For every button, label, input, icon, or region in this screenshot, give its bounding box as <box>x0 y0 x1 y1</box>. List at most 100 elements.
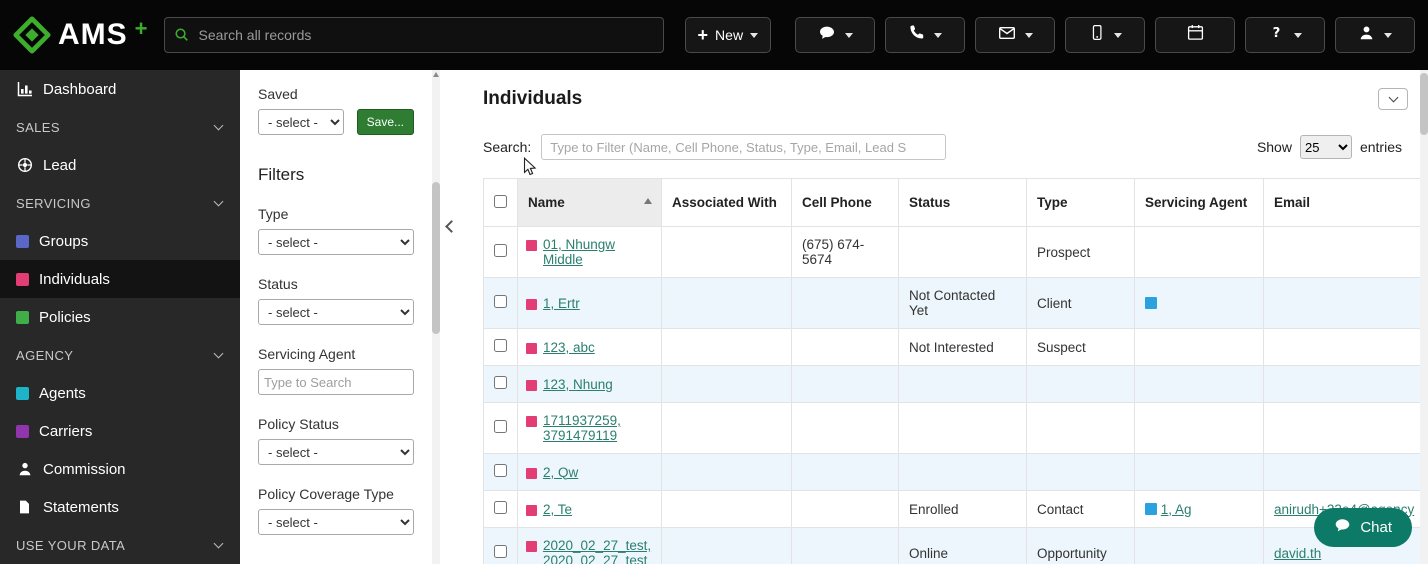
filters-scrollbar[interactable] <box>432 70 440 564</box>
filters-scrollbar-thumb[interactable] <box>432 182 440 334</box>
chat-button[interactable]: Chat <box>1314 508 1412 547</box>
select-all-checkbox[interactable] <box>494 194 507 208</box>
column-header-servicing-agent[interactable]: Servicing Agent <box>1134 178 1264 227</box>
record-name-link[interactable]: 123, abc <box>543 340 595 355</box>
column-header-status[interactable]: Status <box>898 178 1027 227</box>
sidebar-item-groups[interactable]: Groups <box>0 222 240 260</box>
sidebar-item-lead[interactable]: Lead <box>0 146 240 184</box>
sidebar-item-label: Agents <box>39 384 86 402</box>
agents-color-square <box>16 386 29 400</box>
sidebar-section-use-your-data[interactable]: USE YOUR DATA <box>0 526 240 564</box>
chat-bubble-icon <box>1334 517 1351 538</box>
record-name-link[interactable]: 2, Te <box>543 502 572 517</box>
new-button-label: New <box>715 27 744 43</box>
record-color-square <box>526 379 537 391</box>
row-select-cell <box>483 527 518 564</box>
cell-phone-cell <box>791 277 899 329</box>
mail-button[interactable] <box>975 17 1055 53</box>
type-cell <box>1026 365 1135 403</box>
row-checkbox[interactable] <box>494 420 507 433</box>
sidebar-item-dashboard[interactable]: Dashboard <box>0 70 240 108</box>
record-color-square <box>526 467 537 479</box>
filter-select-status[interactable]: - select - <box>258 299 414 325</box>
individuals-color-square <box>16 272 29 286</box>
sidebar-section-label: AGENCY <box>16 347 74 363</box>
email-link[interactable]: david.th <box>1274 546 1321 561</box>
svg-text:?: ? <box>1273 26 1281 41</box>
email-cell <box>1263 328 1428 366</box>
table-search-input[interactable] <box>541 134 947 160</box>
sidebar-section-servicing[interactable]: SERVICING <box>0 184 240 222</box>
filters-heading: Filters <box>258 165 305 184</box>
row-checkbox[interactable] <box>494 464 507 477</box>
filter-select-policy-status[interactable]: - select - <box>258 439 414 465</box>
record-name-link[interactable]: 1711937259, 3791479119 <box>543 413 653 443</box>
column-header-name[interactable]: Name <box>517 178 662 227</box>
row-checkbox[interactable] <box>494 339 507 352</box>
scroll-up-icon <box>433 72 439 77</box>
column-header-associated-with[interactable]: Associated With <box>661 178 792 227</box>
sidebar-item-carriers[interactable]: Carriers <box>0 412 240 450</box>
row-checkbox[interactable] <box>494 376 507 389</box>
window-scrollbar-thumb[interactable] <box>1420 73 1428 135</box>
cell-phone-cell <box>791 527 899 564</box>
column-header-email[interactable]: Email <box>1263 178 1428 227</box>
filter-select-policy-coverage-type[interactable]: - select - <box>258 509 414 535</box>
type-cell: Client <box>1026 277 1135 329</box>
calendar-button[interactable] <box>1155 17 1235 53</box>
sidebar-item-statements[interactable]: Statements <box>0 488 240 526</box>
collapse-filters-icon[interactable] <box>445 220 458 233</box>
email-cell <box>1263 226 1428 278</box>
mobile-button[interactable] <box>1065 17 1145 53</box>
global-search-input[interactable] <box>163 17 664 53</box>
record-color-square <box>526 541 537 552</box>
agent-link[interactable]: 1, Ag <box>1161 502 1192 517</box>
name-cell: 2, Te <box>517 490 662 528</box>
record-name-link[interactable]: 2, Qw <box>543 465 578 480</box>
panel-collapse-button[interactable] <box>1378 88 1408 110</box>
associated-with-cell <box>661 328 792 366</box>
carriers-color-square <box>16 424 29 438</box>
window-scrollbar[interactable] <box>1420 70 1428 564</box>
sidebar-section-agency[interactable]: AGENCY <box>0 336 240 374</box>
records-table: Name Associated With Cell Phone Status Type S… <box>483 178 1428 564</box>
cell-phone-cell <box>791 453 899 491</box>
sidebar-item-label: Commission <box>43 460 126 478</box>
save-button[interactable]: Save... <box>356 109 414 135</box>
app-logo[interactable]: AMS + <box>13 16 148 54</box>
column-header-cell-phone[interactable]: Cell Phone <box>791 178 899 227</box>
record-name-link[interactable]: 2020_02_27_test, 2020_02_27_test <box>543 538 653 564</box>
filter-select-type[interactable]: - select - <box>258 229 414 255</box>
help-button[interactable]: ? <box>1245 17 1325 53</box>
table-search-label: Search: <box>483 139 532 155</box>
table-row: 01, Nhungw Middle (675) 674-5674 Prospect <box>483 226 1428 278</box>
column-header-type[interactable]: Type <box>1026 178 1135 227</box>
filter-input-servicing-agent[interactable] <box>258 369 414 395</box>
record-name-link[interactable]: 01, Nhungw Middle <box>543 237 653 267</box>
sidebar-section-sales[interactable]: SALES <box>0 108 240 146</box>
chevron-down-icon <box>934 32 942 38</box>
sidebar-item-label: Policies <box>39 308 91 326</box>
statements-icon <box>16 499 33 515</box>
chevron-down-icon <box>750 32 759 38</box>
saved-select[interactable]: - select - <box>258 109 344 135</box>
row-checkbox[interactable] <box>494 295 507 308</box>
sidebar-item-policies[interactable]: Policies <box>0 298 240 336</box>
sidebar-item-individuals[interactable]: Individuals <box>0 260 240 298</box>
associated-with-cell <box>661 226 792 278</box>
row-checkbox[interactable] <box>494 501 507 514</box>
servicing-agent-cell <box>1134 226 1264 278</box>
type-cell: Contact <box>1026 490 1135 528</box>
sidebar-item-agents[interactable]: Agents <box>0 374 240 412</box>
new-button[interactable]: + New <box>684 17 772 53</box>
record-name-link[interactable]: 123, Nhung <box>543 377 613 392</box>
chat-button[interactable] <box>795 17 875 53</box>
phone-button[interactable] <box>885 17 965 53</box>
user-button[interactable] <box>1335 17 1415 53</box>
row-checkbox[interactable] <box>494 244 507 257</box>
column-label: Email <box>1274 195 1311 210</box>
row-checkbox[interactable] <box>494 545 507 558</box>
sidebar-item-commission[interactable]: Commission <box>0 450 240 488</box>
record-name-link[interactable]: 1, Ertr <box>543 296 580 311</box>
page-size-select[interactable]: 25 <box>1299 135 1352 159</box>
